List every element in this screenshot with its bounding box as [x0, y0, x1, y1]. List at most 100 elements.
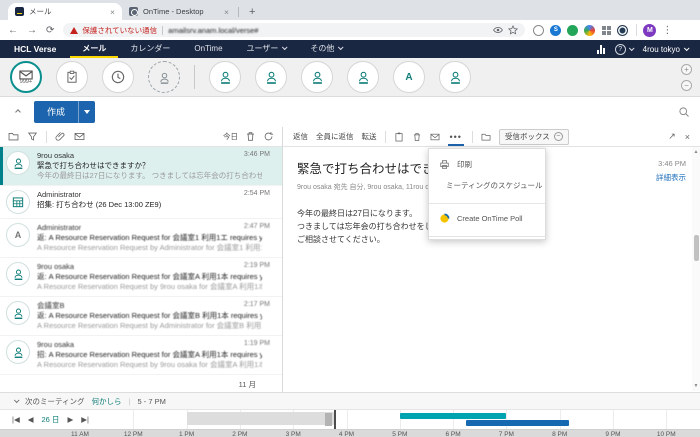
- extension-icon[interactable]: [533, 25, 544, 36]
- mail-list-item[interactable]: 9rou osaka返: A Resource Reservation Requ…: [0, 258, 282, 297]
- ontime-favicon: [129, 7, 138, 16]
- elapsed-block[interactable]: [187, 412, 335, 425]
- url-text[interactable]: amailsrv.anam.local/verse#: [168, 26, 488, 35]
- mail-subject: 返: A Resource Reservation Request for 会議…: [37, 272, 262, 282]
- folder-icon[interactable]: [8, 131, 19, 142]
- ontime-poll-icon: [439, 213, 450, 224]
- move-to-folder-icon[interactable]: [481, 132, 491, 142]
- tab-mail[interactable]: メール ×: [8, 3, 122, 20]
- mail-view-button[interactable]: 999+: [10, 61, 42, 93]
- user-menu[interactable]: 4rou tokyo: [643, 45, 688, 54]
- tasks-view-button[interactable]: [56, 61, 88, 93]
- contact-avatar[interactable]: [347, 61, 379, 93]
- nav-item[interactable]: その他: [298, 40, 354, 58]
- clipboard-icon[interactable]: [394, 132, 404, 142]
- main-area: 今日 9rou osaka緊急で打ち合わせはできますか？今年の最終日は27日にな…: [0, 127, 700, 392]
- mail-list-item[interactable]: Administrator招集: 打ち合わせ (26 Dec 13:00 ZE9…: [0, 186, 282, 219]
- compose-dropdown-button[interactable]: [78, 101, 95, 123]
- url-divider: [162, 26, 163, 35]
- menu-item-print[interactable]: 印刷: [429, 154, 545, 175]
- close-tab-icon[interactable]: ×: [107, 7, 118, 17]
- help-icon: ?: [615, 44, 626, 55]
- first-day-icon[interactable]: |◀: [12, 415, 20, 424]
- mail-list-item[interactable]: 9rou osaka緊急で打ち合わせはできますか？今年の最終日は27日になります…: [0, 147, 282, 186]
- timeline-date[interactable]: 26 日: [42, 414, 60, 425]
- reload-icon[interactable]: ⟳: [46, 25, 54, 36]
- bookmark-star-icon[interactable]: [508, 25, 518, 35]
- browser-menu-icon[interactable]: ⋮: [662, 25, 672, 36]
- extension-s-icon[interactable]: S: [550, 25, 561, 36]
- today-button[interactable]: 今日: [223, 131, 238, 142]
- nav-item[interactable]: ユーザー: [235, 40, 299, 58]
- last-day-icon[interactable]: ▶|: [81, 415, 89, 424]
- refresh-icon[interactable]: [263, 131, 274, 142]
- mail-list-item[interactable]: AAdministrator返: A Resource Reservation …: [0, 219, 282, 258]
- new-tab-button[interactable]: +: [249, 6, 255, 18]
- browser-profile-avatar[interactable]: M: [643, 24, 656, 37]
- extensions-grid-icon[interactable]: [601, 25, 611, 35]
- envelope-icon[interactable]: [74, 131, 85, 142]
- search-icon[interactable]: [678, 106, 690, 118]
- help-menu[interactable]: ?: [615, 44, 633, 55]
- next-day-icon[interactable]: ▶: [67, 415, 73, 424]
- extension-icon[interactable]: [617, 25, 628, 36]
- attachment-icon[interactable]: [55, 131, 66, 142]
- meeting-blue[interactable]: [466, 420, 568, 426]
- app-brand[interactable]: HCL Verse: [14, 40, 56, 58]
- nav-item[interactable]: OnTime: [182, 40, 234, 58]
- forward-button[interactable]: 転送: [362, 131, 377, 142]
- security-warning-text[interactable]: 保護されていない通信: [82, 25, 157, 36]
- expand-contacts-icon[interactable]: +: [681, 64, 692, 75]
- mail-list-item[interactable]: 会議室B返: A Resource Reservation Request fo…: [0, 297, 282, 336]
- compose-button[interactable]: 作成: [34, 101, 78, 123]
- ontime-dashboard-icon[interactable]: [597, 45, 605, 54]
- unread-count-badge: 999+: [20, 79, 32, 85]
- filter-icon[interactable]: [27, 131, 38, 142]
- mail-list-item[interactable]: 9rou osaka招: A Resource Reservation Requ…: [0, 336, 282, 375]
- trash-icon[interactable]: [412, 132, 422, 142]
- trash-icon[interactable]: [245, 131, 256, 142]
- contact-avatar[interactable]: [439, 61, 471, 93]
- menu-item-schedule-meeting[interactable]: ミーティングのスケジュール: [429, 175, 545, 196]
- contact-avatar[interactable]: [301, 61, 333, 93]
- recent-view-button[interactable]: [102, 61, 134, 93]
- collapse-panel-icon[interactable]: [15, 109, 21, 115]
- inbox-chip[interactable]: 受信ボックス −: [499, 129, 569, 145]
- menu-item-create-ontime-poll[interactable]: Create OnTime Poll: [429, 208, 545, 229]
- close-message-icon[interactable]: ×: [685, 132, 690, 142]
- prev-day-icon[interactable]: ◀: [28, 415, 34, 424]
- hour-label: 8 PM: [552, 431, 567, 437]
- next-meeting-title-link[interactable]: 何かしら: [92, 396, 122, 407]
- collapse-contacts-icon[interactable]: −: [681, 80, 692, 91]
- preview-eye-icon[interactable]: [493, 25, 503, 35]
- reply-button[interactable]: 返信: [293, 131, 308, 142]
- next-meeting-time: 5 - 7 PM: [138, 397, 166, 406]
- nav-item[interactable]: カレンダー: [118, 40, 182, 58]
- timeline-scroll-handle[interactable]: [325, 413, 332, 426]
- tab-ontime[interactable]: OnTime - Desktop ×: [122, 3, 236, 20]
- mail-time: 3:46 PM: [244, 151, 270, 158]
- meeting-teal[interactable]: [400, 413, 507, 419]
- contact-avatar[interactable]: [209, 61, 241, 93]
- toolbar-divider: [46, 131, 47, 143]
- chevron-down-icon: [684, 45, 690, 51]
- extension-icon[interactable]: [584, 25, 595, 36]
- contact-avatar[interactable]: [255, 61, 287, 93]
- collapse-timeline-icon[interactable]: [14, 397, 20, 403]
- nav-item[interactable]: メール: [70, 40, 118, 58]
- back-icon[interactable]: ←: [8, 25, 18, 36]
- remove-from-inbox-icon[interactable]: −: [554, 132, 563, 141]
- close-tab-icon[interactable]: ×: [221, 7, 232, 17]
- open-in-new-icon[interactable]: ↗: [668, 131, 676, 142]
- envelope-icon[interactable]: [430, 132, 440, 142]
- forward-icon[interactable]: →: [27, 25, 37, 36]
- url-field[interactable]: 保護されていない通信 amailsrv.anam.local/verse#: [63, 23, 525, 37]
- more-actions-button[interactable]: •••: [448, 132, 464, 142]
- add-important-contact-button[interactable]: [148, 61, 180, 93]
- extension-icon[interactable]: [567, 25, 578, 36]
- mail-subject: 返: A Resource Reservation Request for 会議…: [37, 311, 262, 321]
- sender-name: 会議室B: [37, 301, 262, 311]
- details-link[interactable]: 詳細表示: [656, 172, 686, 183]
- reply-all-button[interactable]: 全員に返信: [316, 131, 354, 142]
- contact-avatar[interactable]: A: [393, 61, 425, 93]
